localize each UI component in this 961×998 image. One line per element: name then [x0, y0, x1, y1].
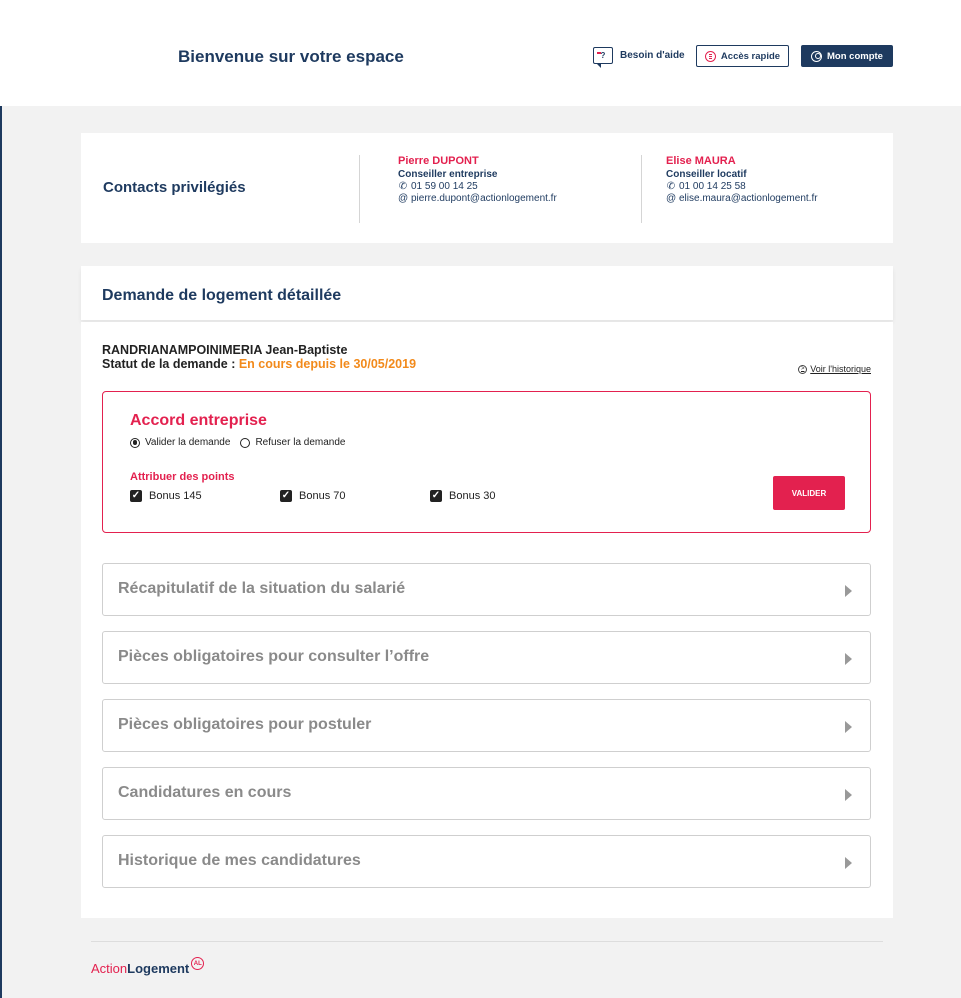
contact-name: Elise MAURA: [666, 155, 736, 167]
accordion-candidatures-en-cours[interactable]: Candidatures en cours: [102, 767, 871, 820]
valider-button[interactable]: VALIDER: [773, 476, 845, 510]
footer-divider: [91, 941, 883, 942]
accordion-title: Candidatures en cours: [118, 784, 292, 801]
bonus-label: Bonus 145: [149, 490, 202, 502]
help-label: Besoin d'aide: [620, 50, 685, 61]
status-value: En cours depuis le 30/05/2019: [238, 357, 417, 371]
contact-email-row[interactable]: @ pierre.dupont@actionlogement.fr: [398, 193, 557, 205]
contacts-heading: Contacts privilégiés: [103, 179, 246, 196]
caret-right-icon: [845, 585, 852, 597]
help-link[interactable]: ? Besoin d'aide: [593, 47, 685, 68]
checkbox-checked-icon[interactable]: ✓: [430, 490, 442, 502]
contact-phone-row[interactable]: ✆ 01 59 00 14 25: [398, 181, 557, 193]
menu-circle-icon: [704, 50, 716, 62]
accordion-recapitulatif[interactable]: Récapitulatif de la situation du salarié: [102, 563, 871, 616]
contact-email: pierre.dupont@actionlogement.fr: [411, 193, 557, 204]
bonus-label: Bonus 30: [449, 490, 496, 502]
demande-heading: Demande de logement détaillée: [102, 287, 342, 304]
caret-right-icon: [845, 721, 852, 733]
status-label: Statut de la demande :: [102, 357, 239, 371]
caret-right-icon: [845, 857, 852, 869]
phone-icon: ✆: [666, 181, 676, 192]
caret-right-icon: [845, 789, 852, 801]
accordion-pieces-offre[interactable]: Pièces obligatoires pour consulter l’off…: [102, 631, 871, 684]
decision-radio-group: Valider la demande Refuser la demande: [130, 437, 346, 448]
demande-header: Demande de logement détaillée: [81, 266, 893, 320]
action-logement-logo[interactable]: Action Logement AL: [91, 957, 205, 976]
logo-text-action: Action: [91, 961, 128, 976]
contact-role: Conseiller locatif: [666, 169, 747, 180]
contact-phone-row[interactable]: ✆ 01 00 14 25 58: [666, 181, 818, 193]
quick-access-button[interactable]: Accès rapide: [696, 45, 789, 67]
radio-selected-icon[interactable]: [130, 437, 140, 448]
contact-phone: 01 00 14 25 58: [679, 181, 746, 192]
my-account-label: Mon compte: [827, 50, 883, 62]
contact-elise: Elise MAURA Conseiller locatif ✆ 01 00 1…: [666, 155, 818, 205]
history-label: Voir l'historique: [810, 364, 871, 374]
at-icon: @: [666, 193, 677, 204]
accordion-title: Historique de mes candidatures: [118, 852, 361, 869]
accordion-title: Pièces obligatoires pour consulter l’off…: [118, 648, 430, 665]
contact-role: Conseiller entreprise: [398, 169, 498, 180]
bonus-70-checkbox[interactable]: ✓ Bonus 70: [280, 490, 345, 502]
radio-unselected-icon[interactable]: [240, 437, 251, 448]
history-link[interactable]: > Voir l'historique: [798, 364, 871, 374]
contact-email-row[interactable]: @ elise.maura@actionlogement.fr: [666, 193, 818, 205]
phone-icon: ✆: [398, 181, 408, 192]
accordion-historique[interactable]: Historique de mes candidatures: [102, 835, 871, 888]
applicant-info: RANDRIANAMPOINIMERIA Jean-Baptiste Statu…: [102, 343, 416, 371]
accordion-title: Récapitulatif de la situation du salarié: [118, 580, 406, 597]
help-bubble-icon: ?: [593, 47, 613, 68]
radio-valider[interactable]: Valider la demande: [130, 437, 230, 448]
points-label: Attribuer des points: [130, 471, 235, 483]
accordion-title: Pièces obligatoires pour postuler: [118, 716, 372, 733]
contact-email: elise.maura@actionlogement.fr: [679, 193, 818, 204]
top-header: Bienvenue sur votre espace ? Besoin d'ai…: [0, 0, 961, 106]
bonus-label: Bonus 70: [299, 490, 346, 502]
page-title: Bienvenue sur votre espace: [178, 47, 404, 66]
divider: [359, 155, 360, 223]
accord-entreprise-box: Accord entreprise Valider la demande Ref…: [102, 391, 871, 533]
caret-right-icon: [845, 653, 852, 665]
applicant-name: RANDRIANAMPOINIMERIA Jean-Baptiste: [102, 343, 348, 357]
contact-name: Pierre DUPONT: [398, 155, 479, 167]
demande-panel: RANDRIANAMPOINIMERIA Jean-Baptiste Statu…: [81, 322, 893, 918]
status-line: Statut de la demande : En cours depuis l…: [102, 357, 416, 371]
contact-phone: 01 59 00 14 25: [411, 181, 478, 192]
accordion-pieces-postuler[interactable]: Pièces obligatoires pour postuler: [102, 699, 871, 752]
logo-text-logement: Logement: [127, 961, 190, 976]
checkbox-checked-icon[interactable]: ✓: [130, 490, 142, 502]
radio-refuser[interactable]: Refuser la demande: [240, 437, 346, 448]
quick-access-label: Accès rapide: [720, 50, 781, 62]
checkbox-checked-icon[interactable]: ✓: [280, 490, 292, 502]
contacts-card: Contacts privilégiés Pierre DUPONT Conse…: [81, 133, 893, 243]
chevron-circle-icon: >: [798, 364, 808, 374]
bonus-145-checkbox[interactable]: ✓ Bonus 145: [130, 490, 202, 502]
accord-title: Accord entreprise: [130, 412, 267, 429]
contact-pierre: Pierre DUPONT Conseiller entreprise ✆ 01…: [398, 155, 557, 205]
user-circle-icon: [811, 50, 823, 62]
radio-valider-label: Valider la demande: [145, 437, 231, 448]
my-account-button[interactable]: Mon compte: [801, 45, 893, 67]
at-icon: @: [398, 193, 409, 204]
logo-mark-icon: AL: [191, 957, 205, 970]
bonus-30-checkbox[interactable]: ✓ Bonus 30: [430, 490, 495, 502]
divider: [641, 155, 642, 223]
radio-refuser-label: Refuser la demande: [255, 437, 346, 448]
